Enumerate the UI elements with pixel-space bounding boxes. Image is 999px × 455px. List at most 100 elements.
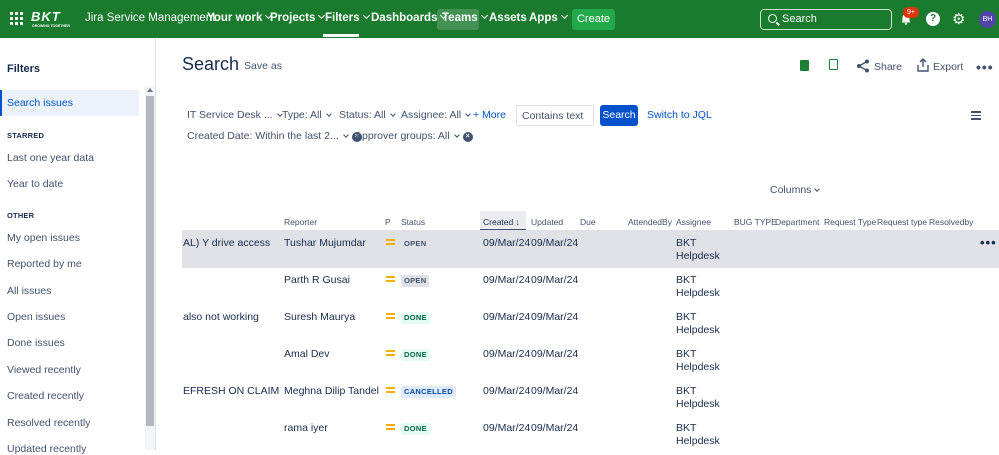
list-view-icon[interactable] — [971, 110, 983, 120]
chevron-down-icon — [480, 11, 488, 20]
created-cell: 09/Mar/24 — [483, 422, 531, 434]
sidebar-item-all-issues[interactable]: All issues — [7, 285, 51, 297]
column-header-reporter[interactable]: Reporter — [284, 217, 317, 227]
status-badge: CANCELLED — [401, 386, 456, 398]
reporter-cell: rama iyer — [284, 422, 328, 434]
settings-gear-icon[interactable]: ⚙ — [952, 12, 967, 27]
contains-text-input[interactable]: Contains text — [516, 105, 594, 126]
created-date-filter[interactable]: Created Date: Within the last 2... × — [187, 130, 362, 142]
nav-projects[interactable]: Projects — [270, 11, 326, 24]
sidebar-item-open-issues[interactable]: Open issues — [7, 311, 65, 323]
type-filter[interactable]: Type: All — [282, 109, 332, 121]
column-header-due[interactable]: Due — [580, 217, 596, 227]
share-icon[interactable] — [856, 59, 870, 73]
column-header-department[interactable]: Department — [775, 217, 819, 227]
sidebar-item-updated-recently[interactable]: Updated recently — [7, 443, 86, 455]
table-row[interactable]: AL) Y drive access Tushar Mujumdar OPEN … — [182, 231, 999, 268]
column-header-assignee[interactable]: Assignee — [676, 217, 711, 227]
sidebar-item-year-to-date[interactable]: Year to date — [7, 178, 63, 190]
sidebar-item-done-issues[interactable]: Done issues — [7, 337, 65, 349]
reporter-cell: Tushar Mujumdar — [284, 237, 366, 249]
status-badge: DONE — [401, 349, 430, 361]
row-actions-icon[interactable]: ••• — [980, 235, 997, 250]
assignee-cell-line2: Helpdesk — [676, 250, 720, 262]
priority-medium-icon — [386, 350, 395, 356]
nav-filters[interactable]: Filters — [325, 11, 370, 24]
sidebar-scrollbar[interactable] — [145, 86, 155, 450]
nav-apps[interactable]: Apps — [529, 11, 568, 24]
chevron-down-icon — [814, 186, 821, 192]
sidebar-item-last-one-year-data[interactable]: Last one year data — [7, 152, 94, 164]
global-search-input[interactable]: Search — [760, 9, 892, 30]
status-badge: DONE — [401, 423, 430, 435]
table-row[interactable]: rama iyer DONE 09/Mar/24 09/Mar/24 BKT H… — [182, 416, 999, 453]
export-icon[interactable] — [916, 58, 930, 72]
search-button[interactable]: Search — [600, 105, 638, 126]
columns-button[interactable]: Columns — [770, 184, 821, 196]
column-header-resolvedby[interactable]: Resolvedby — [929, 217, 973, 227]
summary-cell[interactable]: EFRESH ON CLAIM — [183, 385, 279, 397]
filters-sidebar: Filters Search issues STARRED Last one y… — [0, 38, 156, 455]
assignee-cell-line2: Helpdesk — [676, 324, 720, 336]
nav-assets[interactable]: Assets — [489, 12, 527, 24]
chevron-down-icon — [389, 111, 396, 117]
table-row[interactable]: also not working Suresh Maurya DONE 09/M… — [182, 305, 999, 342]
column-header-priority[interactable]: P — [385, 217, 391, 227]
table-row[interactable]: Parth R Gusai OPEN 09/Mar/24 09/Mar/24 B… — [182, 268, 999, 305]
scrollbar-thumb[interactable] — [146, 96, 154, 426]
project-filter[interactable]: IT Service Desk ... — [187, 109, 283, 121]
status-badge: OPEN — [401, 275, 430, 287]
sidebar-item-viewed-recently[interactable]: Viewed recently — [7, 364, 81, 376]
page-title: Search — [182, 54, 240, 74]
chevron-down-icon — [560, 11, 568, 20]
column-header-status[interactable]: Status — [401, 217, 425, 227]
sidebar-item-resolved-recently[interactable]: Resolved recently — [7, 417, 90, 429]
table-row[interactable]: EFRESH ON CLAIM Meghna Dilip Tandel CANC… — [182, 379, 999, 416]
document-icon[interactable] — [829, 59, 838, 70]
create-button[interactable]: Create — [572, 9, 615, 30]
save-as-button[interactable]: Save as — [244, 60, 282, 72]
summary-cell[interactable]: AL) Y drive access — [183, 237, 270, 249]
assignee-cell-line1: BKT — [676, 237, 697, 249]
top-navigation-bar: BKT GROWING TOGETHER Jira Service Manage… — [0, 0, 999, 38]
switch-to-jql-link[interactable]: Switch to JQL — [647, 109, 712, 121]
sidebar-item-label[interactable]: Search issues — [7, 97, 73, 109]
column-header-updated[interactable]: Updated — [531, 217, 563, 227]
more-filters-button[interactable]: + More — [473, 109, 506, 121]
share-button[interactable]: Share — [874, 61, 902, 73]
excel-export-icon[interactable] — [800, 60, 809, 71]
approver-groups-filter[interactable]: Approver groups: All × — [355, 130, 473, 142]
status-badge: DONE — [401, 312, 430, 324]
column-header-bug-type[interactable]: BUG TYPE — [734, 217, 777, 227]
priority-medium-icon — [386, 387, 395, 393]
sidebar-item-reported-by-me[interactable]: Reported by me — [7, 258, 82, 270]
sidebar-item-my-open-issues[interactable]: My open issues — [7, 232, 80, 244]
table-row[interactable]: Amal Dev DONE 09/Mar/24 09/Mar/24 BKT He… — [182, 342, 999, 379]
help-icon[interactable]: ? — [926, 12, 940, 26]
column-header-created[interactable]: Created ↓ — [483, 217, 520, 227]
nav-teams[interactable]: Teams — [442, 11, 488, 24]
scroll-up-arrow-icon[interactable] — [147, 88, 153, 92]
column-header-attendedby[interactable]: AttendedBy — [628, 217, 672, 227]
chevron-down-icon — [465, 111, 471, 117]
notification-count-badge: 9+ — [903, 7, 919, 18]
column-header-request-type[interactable]: Request Type — [824, 217, 876, 227]
search-placeholder: Search — [782, 13, 817, 25]
sidebar-item-created-recently[interactable]: Created recently — [7, 390, 84, 402]
column-header-request-type-2[interactable]: Request type — [877, 217, 927, 227]
user-avatar[interactable]: BH — [979, 11, 996, 28]
nav-dashboards[interactable]: Dashboards — [371, 11, 448, 24]
created-cell: 09/Mar/24 — [483, 274, 531, 286]
status-filter[interactable]: Status: All — [339, 109, 396, 121]
bkt-logo[interactable]: BKT GROWING TOGETHER — [31, 9, 70, 29]
export-button[interactable]: Export — [933, 61, 963, 73]
assignee-filter[interactable]: Assignee: All — [401, 109, 471, 121]
summary-cell[interactable]: also not working — [183, 311, 259, 323]
clear-filter-icon[interactable]: × — [462, 132, 473, 142]
app-name[interactable]: Jira Service Management — [85, 12, 215, 24]
more-actions-icon[interactable]: ••• — [976, 59, 994, 75]
app-switcher-icon[interactable] — [10, 12, 24, 26]
sidebar-title: Filters — [7, 63, 41, 75]
nav-your-work[interactable]: Your work — [207, 11, 273, 24]
issue-search-main: Search Save as Share Export ••• IT Servi… — [156, 38, 999, 450]
